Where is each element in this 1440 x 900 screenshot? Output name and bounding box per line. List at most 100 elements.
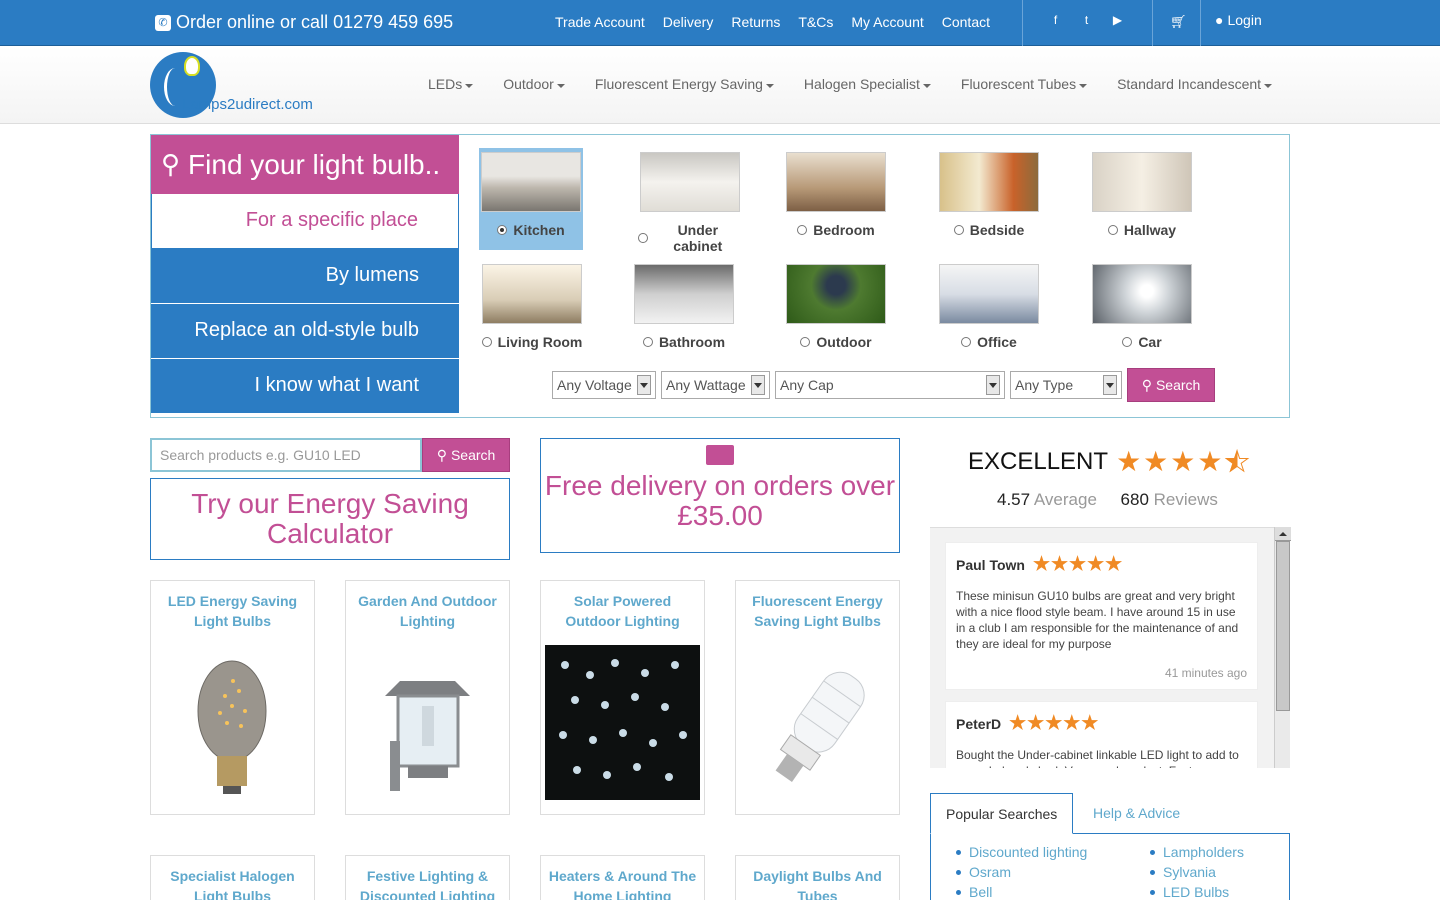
cap-value: Any Cap [780,377,834,393]
nav-halogen-specialist[interactable]: Halogen Specialist [804,76,931,92]
tab-replace-old-bulb[interactable]: Replace an old-style bulb [151,304,459,359]
place-office[interactable]: Office [937,264,1041,350]
voltage-select[interactable]: Any Voltage [552,371,656,399]
bedroom-radio[interactable] [797,225,808,235]
energy-calculator-link[interactable]: Try our Energy Saving Calculator [150,478,510,560]
scroll-thumb[interactable] [1276,541,1290,711]
finder-search-button[interactable]: ⚲ Search [1127,368,1215,402]
tab-popular-searches[interactable]: Popular Searches [930,793,1074,834]
place-bedroom[interactable]: Bedroom [784,152,888,238]
tab-know-what-i-want[interactable]: I know what I want [151,359,459,414]
scroll-up-icon[interactable] [1275,527,1291,541]
popular-col-1: Discounted lighting Osram Bell [956,842,1087,900]
star-icon: ★ [1197,446,1223,477]
place-bathroom[interactable]: Bathroom [632,264,736,350]
tab-specific-place[interactable]: For a specific place [151,194,459,249]
site-logo[interactable]: Lamps2udirect.com [150,52,340,118]
returns-link[interactable]: Returns [731,14,780,30]
place-label: Kitchen [513,222,565,238]
popular-link[interactable]: Sylvania [1150,862,1244,882]
place-car[interactable]: Car [1090,264,1194,350]
finder-filters: Any Voltage Any Wattage Any Cap Any Type… [552,368,1215,402]
popular-link[interactable]: Discounted lighting [956,842,1087,862]
office-image [939,264,1039,324]
delivery-link[interactable]: Delivery [663,14,714,30]
login-button[interactable]: ● Login [1215,12,1262,28]
bulb-icon [184,56,200,76]
category-title: Fluorescent Energy Saving Light Bulbs [752,593,883,629]
category-card-led[interactable]: LED Energy Saving Light Bulbs [150,580,315,815]
nav-fluorescent-energy-saving[interactable]: Fluorescent Energy Saving [595,76,774,92]
category-card-solar[interactable]: Solar Powered Outdoor Lighting [540,580,705,815]
popular-tabs: Popular Searches Help & Advice [930,793,1290,834]
place-under-cabinet[interactable]: Under cabinet [638,152,742,254]
place-kitchen[interactable]: Kitchen [479,148,583,250]
review-stars: ★★★★★ [1009,713,1100,734]
reviews-list[interactable]: Paul Town ★★★★★ These minisun GU10 bulbs … [930,527,1290,768]
tab-help-advice[interactable]: Help & Advice [1078,793,1195,834]
nav-outdoor[interactable]: Outdoor [503,76,565,92]
popular-col-2: Lampholders Sylvania LED Bulbs [1150,842,1244,900]
login-label: Login [1227,12,1262,28]
cap-select[interactable]: Any Cap [775,371,1005,399]
place-outdoor[interactable]: Outdoor [784,264,888,350]
finder-search-label: Search [1155,377,1201,393]
cart-icon[interactable]: 🛒︎ [1170,14,1187,30]
category-card-festive[interactable]: Festive Lighting & Discounted Lighting [345,855,510,900]
place-label: Under cabinet [673,222,723,254]
bedside-radio[interactable] [953,225,964,235]
tab-by-lumens[interactable]: By lumens [151,249,459,304]
under-cabinet-image [640,152,740,212]
category-card-heaters[interactable]: Heaters & Around The Home Lighting [540,855,705,900]
category-title: Specialist Halogen Light Bulbs [170,868,295,900]
caret-icon [1264,83,1273,88]
category-card-fluorescent[interactable]: Fluorescent Energy Saving Light Bulbs [735,580,900,815]
bathroom-radio[interactable] [642,337,653,347]
category-card-halogen[interactable]: Specialist Halogen Light Bulbs [150,855,315,900]
outdoor-radio[interactable] [800,337,811,347]
living-room-image [482,264,582,324]
reviews-scrollbar[interactable] [1274,527,1291,768]
kitchen-radio[interactable] [497,225,508,235]
product-search-button[interactable]: ⚲ Search [422,438,510,472]
popular-link[interactable]: Bell [956,882,1087,900]
phone-icon: ✆ [155,14,171,31]
category-title: Festive Lighting & Discounted Lighting [359,868,496,900]
category-card-daylight[interactable]: Daylight Bulbs And Tubes [735,855,900,900]
popular-link[interactable]: LED Bulbs [1150,882,1244,900]
hallway-radio[interactable] [1107,225,1118,235]
car-radio[interactable] [1122,337,1133,347]
category-card-garden[interactable]: Garden And Outdoor Lighting [345,580,510,815]
place-living-room[interactable]: Living Room [480,264,584,350]
office-radio[interactable] [961,337,972,347]
nav-fluorescent-tubes[interactable]: Fluorescent Tubes [961,76,1088,92]
wattage-value: Any Wattage [666,377,746,393]
type-select[interactable]: Any Type [1010,371,1122,399]
solar-lights-image [545,645,700,800]
finder-tabs: For a specific place By lumens Replace a… [151,194,459,414]
twitter-icon[interactable]: t [1079,13,1094,28]
under-cabinet-radio[interactable] [638,233,648,243]
my-account-link[interactable]: My Account [851,14,923,30]
nav-standard-incandescent[interactable]: Standard Incandescent [1117,76,1273,92]
living-room-radio[interactable] [481,337,492,347]
nav-label: LEDs [428,76,463,92]
place-hallway[interactable]: Hallway [1090,152,1194,238]
review-count: 680 [1120,490,1149,509]
youtube-icon[interactable]: ▶ [1110,13,1125,28]
product-search-input[interactable]: Search products e.g. GU10 LED [150,438,422,472]
place-bedside[interactable]: Bedside [937,152,1041,238]
nav-leds[interactable]: LEDs [428,76,474,92]
contact-link[interactable]: Contact [942,14,990,30]
search-icon: ⚲ [1141,376,1152,393]
facebook-icon[interactable]: f [1048,13,1063,28]
caret-icon [922,83,931,88]
terms-link[interactable]: T&Cs [798,14,833,30]
popular-link[interactable]: Lampholders [1150,842,1244,862]
category-title: Garden And Outdoor Lighting [358,593,497,629]
wattage-select[interactable]: Any Wattage [661,371,770,399]
finder-title-text: Find your light bulb.. [188,148,441,180]
popular-link[interactable]: Osram [956,862,1087,882]
place-label: Hallway [1123,222,1177,238]
trade-account-link[interactable]: Trade Account [555,14,645,30]
